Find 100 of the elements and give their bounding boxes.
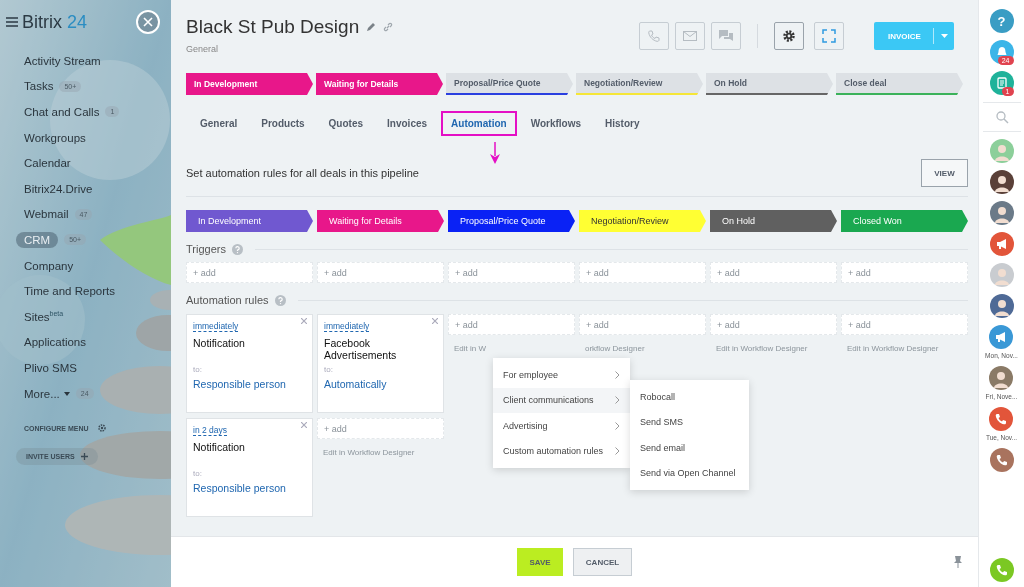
notifications-button[interactable] xyxy=(989,40,1014,64)
help-button[interactable]: ? xyxy=(989,9,1014,33)
submenu-item[interactable]: Send email xyxy=(630,435,749,461)
phone-button[interactable] xyxy=(989,448,1014,472)
megaphone-button[interactable] xyxy=(989,325,1014,349)
close-icon[interactable] xyxy=(432,318,438,324)
close-icon[interactable] xyxy=(301,318,307,324)
save-button[interactable]: SAVE xyxy=(517,548,563,576)
add-trigger-button[interactable]: + add xyxy=(317,262,444,283)
help-icon[interactable] xyxy=(274,294,286,306)
pin-icon[interactable] xyxy=(954,556,962,568)
sidebar-item[interactable]: Sites$^{beta}$ xyxy=(24,310,64,324)
megaphone-button[interactable] xyxy=(989,232,1014,256)
tab[interactable]: General xyxy=(190,111,248,136)
submenu-item[interactable]: Send SMS xyxy=(630,409,749,435)
add-trigger-button[interactable]: + add xyxy=(710,262,837,283)
tab[interactable]: Quotes xyxy=(318,111,374,136)
rule-card[interactable]: immediately Facebook Advertisements to: Automatically xyxy=(317,314,444,413)
add-rule-button[interactable]: + add xyxy=(317,418,444,439)
rule-card[interactable]: in 2 days Notification to: Responsible person xyxy=(186,418,313,517)
deal-stage[interactable]: On Hold xyxy=(706,73,833,95)
sidebar-item[interactable]: CRM xyxy=(16,231,59,248)
sidebar-item[interactable]: Applications xyxy=(24,336,86,349)
sidebar-item[interactable]: Chat and Calls xyxy=(24,106,100,118)
submenu-item[interactable]: Robocall xyxy=(630,384,749,410)
add-rule-button[interactable]: + add xyxy=(448,314,575,335)
phone-icon xyxy=(647,29,661,43)
tab[interactable]: Invoices xyxy=(377,111,438,136)
deal-stage[interactable]: In Development xyxy=(186,73,313,95)
sidebar-item[interactable]: Workgroups xyxy=(24,131,86,144)
close-icon[interactable] xyxy=(301,422,307,428)
sidebar-item[interactable]: Activity Stream xyxy=(24,54,101,67)
help-icon[interactable] xyxy=(231,243,243,255)
menu-item[interactable]: Custom automation rules xyxy=(493,438,630,464)
add-trigger-button[interactable]: + add xyxy=(186,262,313,283)
menu-item[interactable]: Client communications xyxy=(493,387,630,413)
menu-icon[interactable] xyxy=(6,17,18,27)
pipeline-stage: Closed Won xyxy=(841,210,968,232)
phone-icon xyxy=(994,563,1009,577)
avatar[interactable] xyxy=(989,294,1014,318)
deal-stage[interactable]: Negotiation/Review xyxy=(576,73,703,95)
avatar[interactable] xyxy=(989,201,1014,225)
arrow-icon xyxy=(489,142,501,164)
phone-icon xyxy=(994,453,1009,467)
sidebar-item[interactable]: Webmail xyxy=(24,208,69,221)
gear-icon[interactable] xyxy=(96,423,107,434)
sidebar-item[interactable]: Tasks xyxy=(24,80,54,93)
search-icon[interactable] xyxy=(994,110,1009,124)
add-rule-button[interactable]: + add xyxy=(579,314,706,335)
add-rule-button[interactable]: + add xyxy=(710,314,837,335)
pencil-icon[interactable] xyxy=(367,23,376,31)
sidebar-item[interactable]: Time and Reports xyxy=(24,285,115,298)
phone-icon xyxy=(994,412,1009,426)
add-trigger-button[interactable]: + add xyxy=(448,262,575,283)
chat-button[interactable] xyxy=(989,71,1014,95)
to-label: to: xyxy=(193,469,203,478)
cancel-button[interactable]: CANCEL xyxy=(573,548,632,576)
deal-stage[interactable]: Waiting for Details xyxy=(316,73,443,95)
recipient-link[interactable]: Automatically xyxy=(324,378,437,390)
recipient-link[interactable]: Responsible person xyxy=(193,482,306,494)
recipient-link[interactable]: Responsible person xyxy=(193,378,306,390)
tab[interactable]: Automation xyxy=(441,111,517,136)
fullscreen-button[interactable] xyxy=(814,22,844,50)
link-icon[interactable] xyxy=(383,22,394,32)
email-button[interactable] xyxy=(675,22,705,50)
sidebar-item[interactable]: Plivo SMS xyxy=(24,361,78,374)
menu-item[interactable]: Advertising xyxy=(493,413,630,439)
close-button[interactable] xyxy=(136,10,160,34)
submenu-item[interactable]: Send via Open Channel xyxy=(630,460,749,486)
chevron-icon xyxy=(615,396,620,405)
rule-card[interactable]: immediately Notification to: Responsible person xyxy=(186,314,313,413)
phone-button[interactable] xyxy=(989,407,1014,431)
settings-button[interactable] xyxy=(774,22,804,50)
timing-link[interactable]: immediately xyxy=(193,321,239,332)
add-trigger-button[interactable]: + add xyxy=(841,262,968,283)
add-trigger-button[interactable]: + add xyxy=(579,262,706,283)
deal-stage[interactable]: Close deal xyxy=(836,73,963,95)
pipeline-stage: Negotiation/Review xyxy=(579,210,706,232)
menu-item[interactable]: For employee xyxy=(493,362,630,388)
sidebar-item[interactable]: Bitrix24.Drive xyxy=(24,182,93,195)
deal-category: General xyxy=(186,44,220,54)
tab[interactable]: History xyxy=(595,111,650,136)
phone-button[interactable] xyxy=(989,558,1014,582)
deal-stage[interactable]: Proposal/Price Quote xyxy=(446,73,573,95)
chat-button[interactable] xyxy=(711,22,741,50)
tab[interactable]: Products xyxy=(251,111,315,136)
document-icon xyxy=(994,76,1009,90)
sidebar-item[interactable]: More... xyxy=(24,387,60,400)
tab[interactable]: Workflows xyxy=(520,111,591,136)
add-rule-button[interactable]: + add xyxy=(841,314,968,335)
timing-link[interactable]: in 2 days xyxy=(193,425,228,436)
timing-link[interactable]: immediately xyxy=(324,321,370,332)
intro-text: Set automation rules for all deals in this pipeline xyxy=(186,167,419,179)
view-button[interactable]: VIEW xyxy=(921,159,968,187)
avatar[interactable] xyxy=(989,366,1014,390)
avatar[interactable] xyxy=(989,170,1014,194)
section-title: Triggers xyxy=(186,243,226,255)
sidebar-item[interactable]: Company xyxy=(24,259,74,272)
sidebar-item[interactable]: Calendar xyxy=(24,157,71,170)
pipeline-stage: In Development xyxy=(186,210,313,232)
